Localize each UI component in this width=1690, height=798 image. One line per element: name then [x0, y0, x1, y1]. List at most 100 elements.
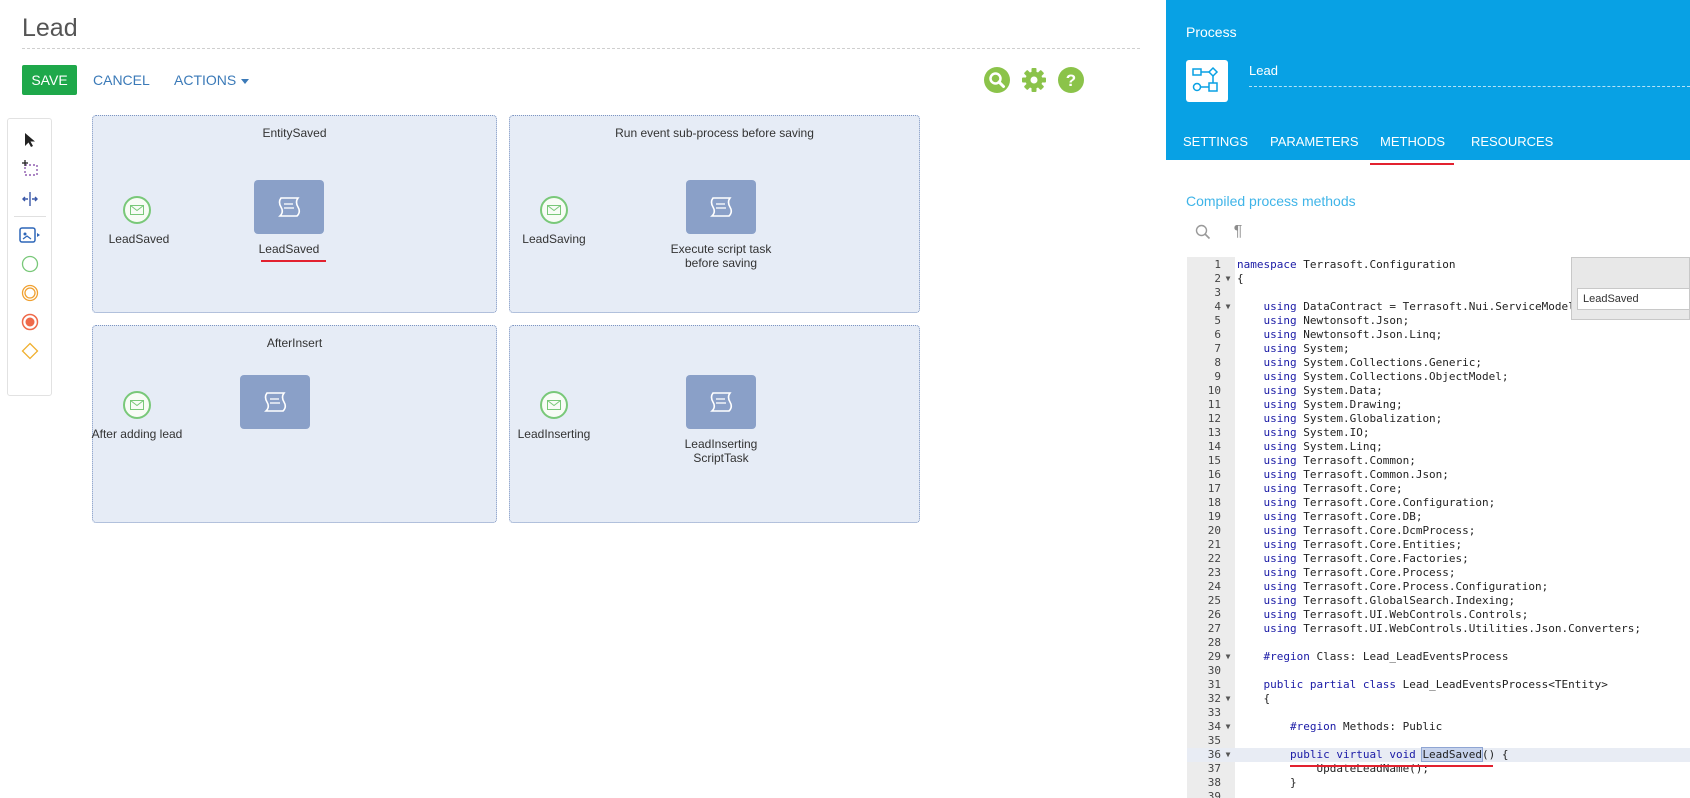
cancel-button[interactable]: CANCEL: [93, 65, 150, 95]
code-line[interactable]: 24 using Terrasoft.Core.Process.Configur…: [1187, 580, 1690, 594]
code-keyword: using: [1237, 566, 1297, 579]
highlight-underline: [1290, 765, 1493, 767]
code-search-input[interactable]: [1577, 288, 1690, 310]
code-line[interactable]: 34 ▼ #region Methods: Public: [1187, 720, 1690, 734]
code-line[interactable]: 13 using System.IO;: [1187, 426, 1690, 440]
tab-parameters[interactable]: PARAMETERS: [1270, 134, 1359, 149]
line-number: 17: [1207, 482, 1221, 495]
intermediate-event-icon[interactable]: [18, 281, 42, 305]
code-line[interactable]: 38 }: [1187, 776, 1690, 790]
code-line[interactable]: 7 using System;: [1187, 342, 1690, 356]
tool-palette: [7, 118, 52, 396]
gateway-icon[interactable]: [18, 339, 42, 363]
code-keyword: using: [1237, 482, 1297, 495]
code-line[interactable]: 25 using Terrasoft.GlobalSearch.Indexing…: [1187, 594, 1690, 608]
script-task[interactable]: [254, 180, 324, 234]
code-line[interactable]: 11 using System.Drawing;: [1187, 398, 1690, 412]
code-rest: {: [1237, 272, 1244, 285]
start-event-label: LeadSaving: [522, 232, 586, 246]
fold-arrow-icon[interactable]: ▼: [1223, 692, 1233, 706]
code-line[interactable]: 29 ▼ #region Class: Lead_LeadEventsProces…: [1187, 650, 1690, 664]
message-start-event[interactable]: [540, 196, 568, 224]
subprocess-entity-saved[interactable]: EntitySaved LeadSaved LeadSaved: [92, 115, 497, 313]
code-line[interactable]: 16 using Terrasoft.Common.Json;: [1187, 468, 1690, 482]
code-rest: LeadSaved() {: [1421, 747, 1509, 762]
message-start-event[interactable]: [540, 391, 568, 419]
line-number: 23: [1207, 566, 1221, 579]
code-line[interactable]: 21 using Terrasoft.Core.Entities;: [1187, 538, 1690, 552]
line-number: 35: [1207, 734, 1221, 747]
tab-settings[interactable]: SETTINGS: [1183, 134, 1248, 149]
script-task[interactable]: [686, 180, 756, 234]
section-title: Compiled process methods: [1186, 193, 1356, 209]
lasso-select-icon[interactable]: [18, 157, 42, 181]
fold-arrow-icon[interactable]: ▼: [1223, 272, 1233, 286]
chevron-down-icon: [241, 78, 250, 84]
code-line[interactable]: 33: [1187, 706, 1690, 720]
code-line[interactable]: 30: [1187, 664, 1690, 678]
code-line[interactable]: 8 using System.Collections.Generic;: [1187, 356, 1690, 370]
code-editor[interactable]: 1 namespace Terrasoft.Configuration 2 ▼{3 4 ▼…: [1187, 257, 1690, 798]
actions-button[interactable]: ACTIONS: [174, 65, 250, 95]
fold-arrow-icon[interactable]: ▼: [1223, 748, 1233, 762]
code-line[interactable]: 6 using Newtonsoft.Json.Linq;: [1187, 328, 1690, 342]
pointer-icon[interactable]: [18, 128, 42, 152]
subprocess-lead-inserting[interactable]: LeadInserting LeadInserting ScriptTask: [509, 325, 920, 523]
space-tool-icon[interactable]: [18, 187, 42, 211]
code-line[interactable]: 39: [1187, 790, 1690, 798]
code-rest: Methods: Public: [1336, 720, 1443, 733]
code-rest: Class: Lead_LeadEventsProcess: [1309, 650, 1509, 663]
code-text: #region Methods: Public: [1237, 720, 1442, 734]
code-line[interactable]: 15 using Terrasoft.Common;: [1187, 454, 1690, 468]
code-line[interactable]: 10 using System.Data;: [1187, 384, 1690, 398]
help-icon[interactable]: ?: [1058, 67, 1084, 93]
fold-arrow-icon[interactable]: ▼: [1223, 720, 1233, 734]
code-line[interactable]: 18 using Terrasoft.Core.Configuration;: [1187, 496, 1690, 510]
subprocess-icon[interactable]: [18, 223, 42, 247]
pilcrow-icon[interactable]: ¶: [1228, 222, 1248, 242]
gear-icon[interactable]: [1021, 67, 1047, 93]
fold-arrow-icon[interactable]: ▼: [1223, 300, 1233, 314]
subprocess-before-saving[interactable]: Run event sub-process before saving Lead…: [509, 115, 920, 313]
code-line[interactable]: 28: [1187, 636, 1690, 650]
code-keyword: #region: [1237, 720, 1337, 733]
code-keyword: using: [1237, 496, 1297, 509]
message-start-event[interactable]: [123, 196, 151, 224]
subprocess-after-insert[interactable]: AfterInsert After adding lead: [92, 325, 497, 523]
process-name-field[interactable]: Lead: [1249, 63, 1278, 78]
code-keyword: using: [1237, 328, 1297, 341]
line-number: 20: [1207, 524, 1221, 537]
save-button[interactable]: SAVE: [22, 65, 77, 95]
search-icon[interactable]: [984, 67, 1010, 93]
code-text: using Terrasoft.Core.Process.Configurati…: [1237, 580, 1548, 594]
code-line[interactable]: 31 public partial class Lead_LeadEventsP…: [1187, 678, 1690, 692]
code-line[interactable]: 12 using System.Globalization;: [1187, 412, 1690, 426]
tab-methods[interactable]: METHODS: [1380, 134, 1445, 149]
code-line[interactable]: 35: [1187, 734, 1690, 748]
code-line[interactable]: 27 using Terrasoft.UI.WebControls.Utilit…: [1187, 622, 1690, 636]
actions-label: ACTIONS: [174, 72, 237, 88]
code-line[interactable]: 14 using System.Linq;: [1187, 440, 1690, 454]
message-start-event[interactable]: [123, 391, 151, 419]
code-line[interactable]: 17 using Terrasoft.Core;: [1187, 482, 1690, 496]
code-line[interactable]: 22 using Terrasoft.Core.Factories;: [1187, 552, 1690, 566]
search-icon[interactable]: [1193, 222, 1213, 242]
code-line[interactable]: 19 using Terrasoft.Core.DB;: [1187, 510, 1690, 524]
code-line[interactable]: 36 ▼ public virtual void LeadSaved() {: [1187, 747, 1690, 762]
script-task-label-line2: before saving: [684, 256, 758, 270]
end-event-icon[interactable]: [18, 310, 42, 334]
code-line[interactable]: 9 using System.Collections.ObjectModel;: [1187, 370, 1690, 384]
code-text: using Terrasoft.UI.WebControls.Controls;: [1237, 608, 1528, 622]
envelope-icon: [547, 400, 561, 410]
code-line[interactable]: 23 using Terrasoft.Core.Process;: [1187, 566, 1690, 580]
script-task[interactable]: [240, 375, 310, 429]
tab-resources[interactable]: RESOURCES: [1471, 134, 1553, 149]
code-rest: }: [1237, 776, 1297, 789]
code-rest: System.IO;: [1296, 426, 1370, 439]
code-line[interactable]: 32 ▼ {: [1187, 692, 1690, 706]
code-line[interactable]: 20 using Terrasoft.Core.DcmProcess;: [1187, 524, 1690, 538]
script-task[interactable]: [686, 375, 756, 429]
fold-arrow-icon[interactable]: ▼: [1223, 650, 1233, 664]
code-line[interactable]: 26 using Terrasoft.UI.WebControls.Contro…: [1187, 608, 1690, 622]
start-event-icon[interactable]: [18, 252, 42, 276]
